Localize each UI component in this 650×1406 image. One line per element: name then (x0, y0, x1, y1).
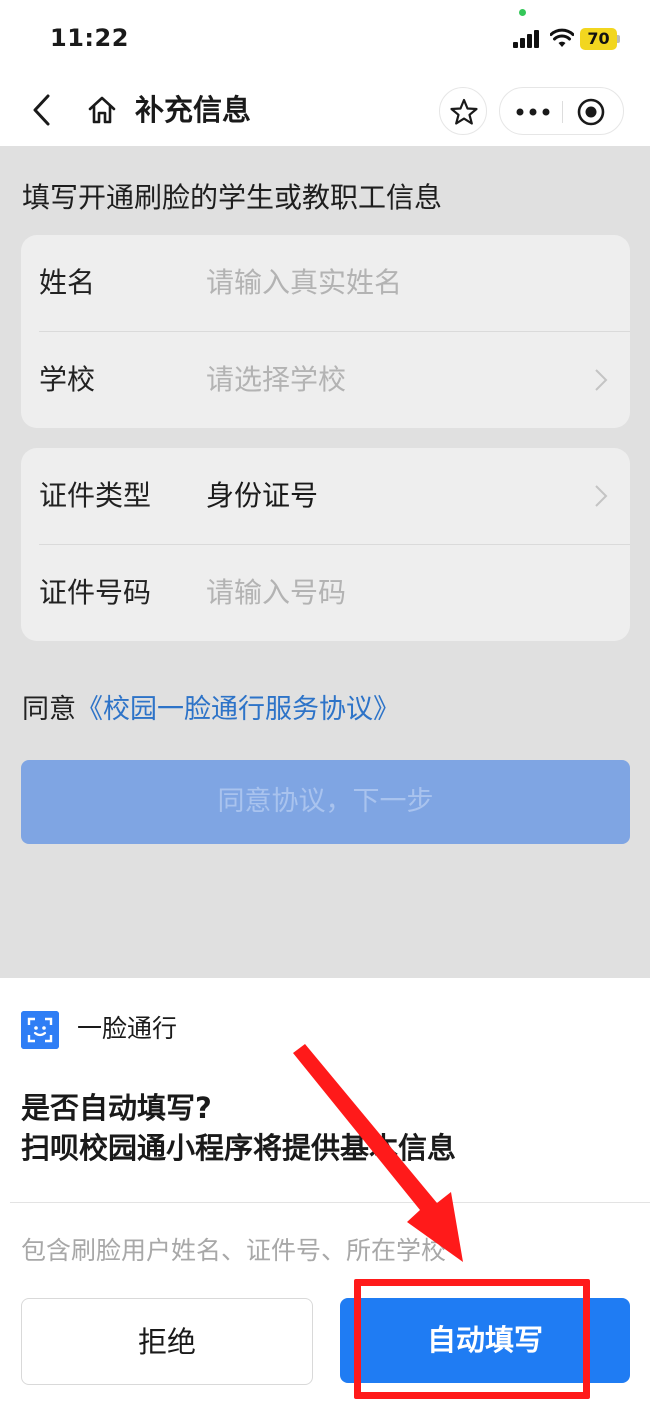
dimmed-form-page: 填写开通刷脸的学生或教职工信息 姓名 请输入真实姓名 学校 请选择学校 证件类型… (0, 146, 650, 978)
name-input[interactable]: 请输入真实姓名 (206, 265, 402, 301)
star-icon (450, 98, 478, 125)
id-type-select[interactable]: 身份证号 (206, 478, 318, 514)
capsule-divider (562, 101, 563, 123)
sheet-description: 扫呗校园通小程序将提供基本信息 (21, 1131, 457, 1165)
form-hint: 填写开通刷脸的学生或教职工信息 (22, 181, 443, 214)
app-name: 一脸通行 (77, 1014, 178, 1043)
favorite-button[interactable] (439, 87, 487, 135)
name-label: 姓名 (39, 266, 96, 299)
id-number-input[interactable]: 请输入号码 (206, 575, 346, 611)
agreement-line: 同意《校园一脸通行服务协议》 (22, 692, 400, 728)
home-icon[interactable] (86, 94, 118, 126)
face-scan-logo-icon (21, 1011, 59, 1049)
back-arrow-icon[interactable] (28, 92, 58, 128)
school-label: 学校 (39, 363, 96, 396)
id-info-card: 证件类型 身份证号 证件号码 请输入号码 (21, 448, 630, 641)
sheet-question: 是否自动填写? (21, 1091, 212, 1125)
page-title: 补充信息 (135, 93, 252, 127)
navigation-bar: 补充信息 (0, 78, 650, 146)
mini-program-capsule (499, 87, 624, 135)
privacy-indicator-dot (519, 9, 526, 16)
personal-info-card: 姓名 请输入真实姓名 学校 请选择学校 (21, 235, 630, 428)
target-icon[interactable] (576, 97, 606, 127)
sheet-divider (10, 1202, 650, 1203)
reject-button[interactable]: 拒绝 (21, 1298, 313, 1385)
annotation-highlight-box (354, 1279, 590, 1399)
id-number-row[interactable]: 证件号码 请输入号码 (21, 545, 630, 641)
id-number-label: 证件号码 (39, 576, 152, 609)
agreement-prefix: 同意 (22, 694, 76, 725)
status-time: 11:22 (50, 24, 129, 52)
id-type-label: 证件类型 (39, 479, 152, 512)
id-type-row[interactable]: 证件类型 身份证号 (21, 448, 630, 545)
agree-next-button[interactable]: 同意协议，下一步 (21, 760, 630, 844)
status-bar: 11:22 70 (0, 0, 650, 78)
cellular-signal-icon (513, 30, 541, 48)
school-select[interactable]: 请选择学校 (206, 362, 346, 398)
more-dots-icon[interactable] (516, 108, 550, 116)
name-row[interactable]: 姓名 请输入真实姓名 (21, 235, 630, 332)
info-scope-text: 包含刷脸用户姓名、证件号、所在学校 (21, 1236, 447, 1265)
chevron-right-icon (595, 485, 608, 507)
wifi-icon (550, 28, 574, 47)
battery-level: 70 (580, 28, 617, 50)
chevron-right-icon (595, 369, 608, 391)
agreement-link[interactable]: 《校园一脸通行服务协议》 (76, 694, 400, 725)
school-row[interactable]: 学校 请选择学校 (21, 332, 630, 428)
battery-icon: 70 (580, 28, 620, 50)
